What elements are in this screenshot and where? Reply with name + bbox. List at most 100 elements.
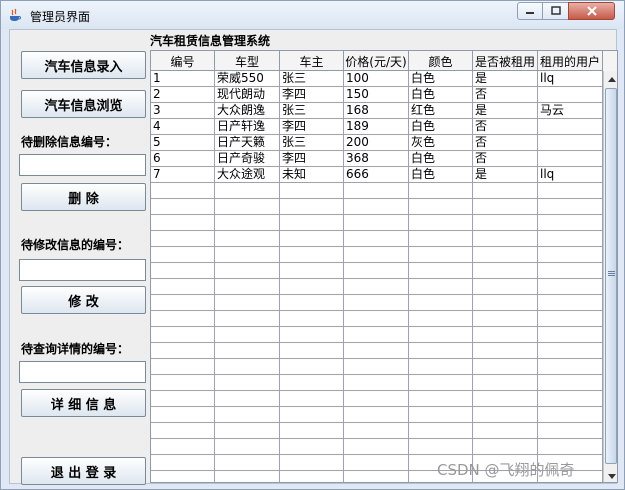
table-cell[interactable]: llq (538, 167, 603, 183)
table-cell[interactable] (280, 391, 344, 407)
scroll-down-button[interactable] (604, 469, 617, 482)
table-cell[interactable] (280, 455, 344, 471)
scroll-up-button[interactable] (604, 71, 617, 86)
table-cell[interactable] (344, 423, 409, 439)
table-cell[interactable] (344, 375, 409, 391)
table-row[interactable]: 1 荣威550 张三 100 白色是 llq (151, 71, 603, 87)
table-cell[interactable]: 5 (151, 135, 215, 151)
table-cell[interactable]: 6 (151, 151, 215, 167)
table-cell[interactable] (344, 391, 409, 407)
table-cell[interactable] (538, 439, 603, 455)
table-cell[interactable] (344, 247, 409, 263)
table-cell[interactable] (409, 263, 473, 279)
table-cell[interactable]: 大众朗逸 (215, 103, 280, 119)
table-cell[interactable] (151, 327, 215, 343)
modify-id-input[interactable] (19, 259, 146, 281)
table-cell[interactable] (215, 263, 280, 279)
table-cell[interactable] (344, 471, 409, 482)
table-cell[interactable] (473, 327, 538, 343)
table-row[interactable]: 7 大众途观 未知 666 白色是 llq (151, 167, 603, 183)
table-cell[interactable]: 马云 (538, 103, 603, 119)
table-cell[interactable] (409, 231, 473, 247)
table-cell[interactable] (215, 183, 280, 199)
logout-button[interactable]: 退 出 登 录 (21, 457, 146, 485)
table-cell[interactable] (215, 199, 280, 215)
table-cell[interactable] (344, 343, 409, 359)
column-header[interactable]: 价格(元/天) (344, 51, 409, 71)
table-cell[interactable]: 否 (473, 119, 538, 135)
table-cell[interactable]: 张三 (280, 135, 344, 151)
table-cell[interactable] (473, 247, 538, 263)
table-cell[interactable] (151, 279, 215, 295)
table-cell[interactable] (215, 471, 280, 482)
table-cell[interactable] (280, 311, 344, 327)
column-header[interactable]: 编号 (151, 51, 215, 71)
table-cell[interactable] (538, 231, 603, 247)
table-cell[interactable] (538, 375, 603, 391)
table-cell[interactable] (344, 295, 409, 311)
table-cell[interactable]: 白色 (409, 119, 473, 135)
table-cell[interactable]: 李四 (280, 151, 344, 167)
table-cell[interactable] (344, 407, 409, 423)
table-row[interactable]: 5 日产天籁 张三 200 灰色否 (151, 135, 603, 151)
table-cell[interactable] (473, 295, 538, 311)
table-cell[interactable] (151, 439, 215, 455)
table-cell[interactable] (280, 279, 344, 295)
table-cell[interactable] (215, 295, 280, 311)
table-cell[interactable] (473, 375, 538, 391)
table-cell[interactable] (280, 375, 344, 391)
table-cell[interactable]: 日产天籁 (215, 135, 280, 151)
table-cell[interactable] (538, 151, 603, 167)
table-cell[interactable] (409, 183, 473, 199)
table-cell[interactable] (151, 471, 215, 482)
table-cell[interactable]: 红色 (409, 103, 473, 119)
table-cell[interactable]: 现代朗动 (215, 87, 280, 103)
table-cell[interactable]: 666 (344, 167, 409, 183)
table-cell[interactable] (473, 391, 538, 407)
table-cell[interactable] (538, 279, 603, 295)
table-cell[interactable] (538, 391, 603, 407)
table-cell[interactable] (409, 423, 473, 439)
table-cell[interactable]: llq (538, 71, 603, 87)
scroll-thumb[interactable] (605, 88, 617, 464)
table-cell[interactable] (151, 391, 215, 407)
table-cell[interactable] (344, 439, 409, 455)
vertical-scrollbar[interactable] (603, 71, 617, 482)
table-cell[interactable] (473, 199, 538, 215)
table-cell[interactable] (538, 87, 603, 103)
table-cell[interactable] (344, 279, 409, 295)
table-cell[interactable] (538, 199, 603, 215)
table-cell[interactable] (280, 231, 344, 247)
table-cell[interactable]: 张三 (280, 103, 344, 119)
table-cell[interactable] (538, 343, 603, 359)
table-cell[interactable] (409, 375, 473, 391)
table-cell[interactable] (215, 343, 280, 359)
close-button[interactable] (568, 2, 615, 20)
table-row[interactable]: 3 大众朗逸 张三 168 红色是马云 (151, 103, 603, 119)
table-cell[interactable]: 白色 (409, 87, 473, 103)
table-cell[interactable] (280, 327, 344, 343)
table-cell[interactable]: 168 (344, 103, 409, 119)
table-cell[interactable] (151, 183, 215, 199)
table-cell[interactable] (409, 295, 473, 311)
table-cell[interactable]: 189 (344, 119, 409, 135)
table-cell[interactable] (473, 343, 538, 359)
table-cell[interactable] (473, 311, 538, 327)
table-cell[interactable] (538, 295, 603, 311)
table-cell[interactable]: 大众途观 (215, 167, 280, 183)
table-cell[interactable]: 否 (473, 135, 538, 151)
table-cell[interactable]: 白色 (409, 71, 473, 87)
table-cell[interactable]: 荣威550 (215, 71, 280, 87)
table-cell[interactable] (409, 215, 473, 231)
table-cell[interactable]: 白色 (409, 151, 473, 167)
table-cell[interactable] (344, 311, 409, 327)
column-header[interactable]: 颜色 (409, 51, 473, 71)
table-cell[interactable] (215, 327, 280, 343)
table-cell[interactable] (538, 247, 603, 263)
table-cell[interactable] (344, 327, 409, 343)
table-cell[interactable] (280, 423, 344, 439)
table-cell[interactable]: 1 (151, 71, 215, 87)
table-row[interactable]: 6 日产奇骏 李四 368 白色否 (151, 151, 603, 167)
table-cell[interactable] (215, 279, 280, 295)
delete-button[interactable]: 删 除 (21, 183, 146, 211)
